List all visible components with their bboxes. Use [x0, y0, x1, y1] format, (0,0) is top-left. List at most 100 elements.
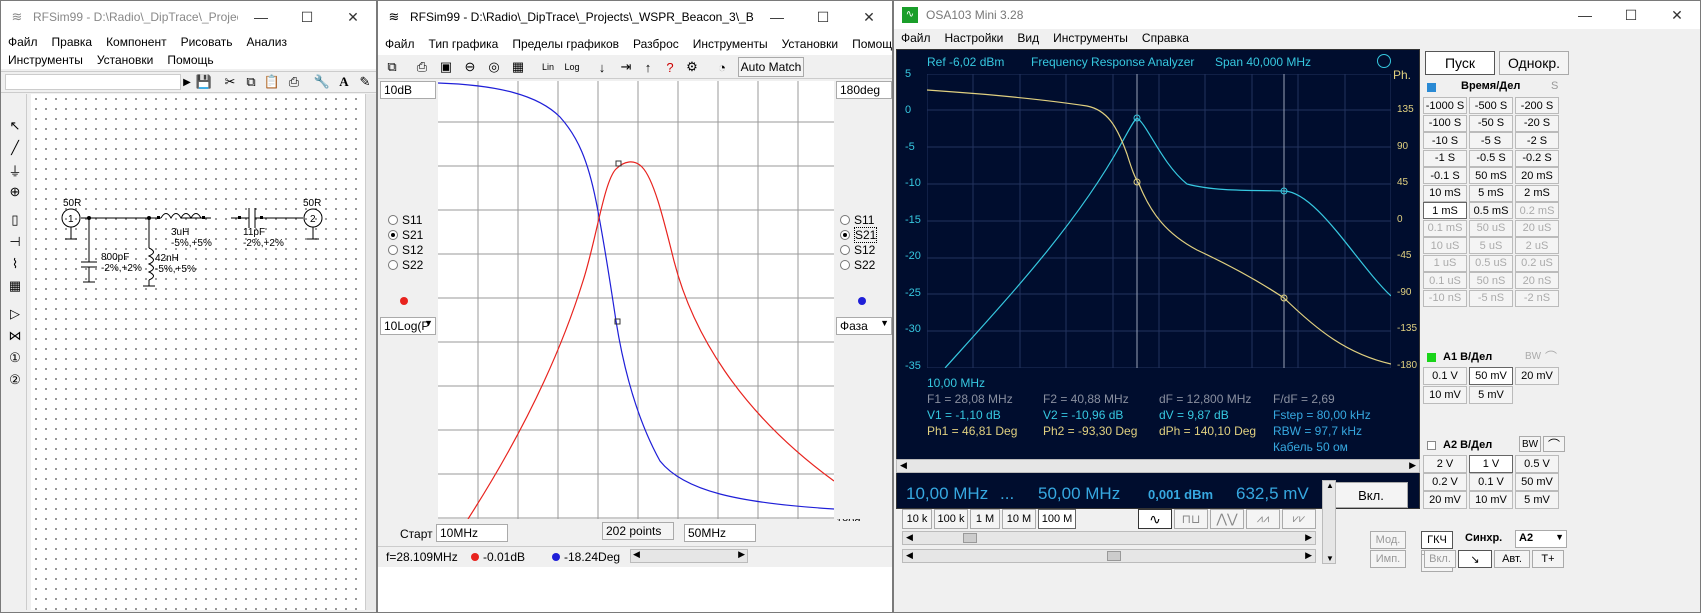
left-units-select[interactable]: 10Log(P ▼	[380, 317, 436, 335]
time-div-button[interactable]: -0.2 S	[1515, 149, 1559, 167]
time-div-button[interactable]: 2 uS	[1515, 237, 1559, 254]
time-div-button[interactable]: 0.2 mS	[1515, 202, 1559, 219]
time-div-button[interactable]: -10 S	[1423, 132, 1467, 149]
menu-help[interactable]: Помощь	[160, 51, 220, 69]
time-div-button[interactable]: 0.5 mS	[1469, 202, 1513, 219]
port1-tool-icon[interactable]: ①	[5, 348, 25, 368]
time-div-checkbox[interactable]	[1427, 83, 1436, 92]
a2-20mv-button[interactable]: 20 mV	[1423, 491, 1467, 509]
span-10k-button[interactable]: 10 k	[902, 509, 932, 529]
pulse-button[interactable]: Имп.	[1370, 550, 1406, 568]
amplifier-tool-icon[interactable]: ▷	[5, 304, 25, 324]
time-div-button[interactable]: -500 S	[1469, 97, 1513, 114]
match-icon[interactable]: ◔	[712, 57, 732, 77]
radio-right-s22[interactable]: S22	[840, 257, 877, 272]
radio-right-s21[interactable]: S21	[840, 226, 878, 243]
menu-draw[interactable]: Рисовать	[174, 33, 240, 51]
minimize-button[interactable]: —	[238, 1, 284, 33]
linear-scale-icon[interactable]: Lin	[538, 57, 558, 77]
menu-tools[interactable]: Инструменты	[1, 51, 90, 69]
time-div-button[interactable]: -1 S	[1423, 149, 1467, 167]
wire-tool-icon[interactable]: ╱	[5, 138, 25, 158]
a2-0.2v-button[interactable]: 0.2 V	[1423, 473, 1467, 491]
text-icon[interactable]: A	[334, 72, 354, 92]
span-100k-button[interactable]: 100 k	[934, 509, 968, 529]
rect-plot-icon[interactable]: ▣	[436, 57, 456, 77]
radio-left-s11[interactable]: S11	[388, 212, 423, 227]
fra-plot[interactable]	[927, 74, 1391, 368]
arrow-down-icon[interactable]: ↓	[592, 57, 612, 77]
time-div-button[interactable]: 20 nS	[1515, 272, 1559, 289]
maximize-button[interactable]: ☐	[284, 1, 330, 33]
capacitor-tool-icon[interactable]: ⊣	[5, 232, 25, 252]
clock-icon[interactable]	[1377, 54, 1391, 68]
polar-chart-icon[interactable]: ◎	[484, 57, 504, 77]
ground-tool-icon[interactable]: ⏚	[5, 160, 25, 180]
radio-left-s22[interactable]: S22	[388, 257, 423, 272]
a2-5mv-button[interactable]: 5 mV	[1515, 491, 1559, 509]
time-div-button[interactable]: -0.5 S	[1469, 149, 1513, 167]
time-div-button[interactable]: -2 nS	[1515, 289, 1559, 307]
start-button[interactable]: Пуск	[1425, 51, 1495, 75]
start-freq-field[interactable]: 10MHz	[436, 524, 508, 542]
sync-enable-bottom-button[interactable]: Вкл.	[1424, 550, 1456, 568]
single-shot-button[interactable]: Однокр.	[1499, 51, 1569, 75]
inductor-tool-icon[interactable]: ⌇	[5, 254, 25, 274]
close-button[interactable]: ✕	[1654, 1, 1700, 29]
time-div-button[interactable]: -1000 S	[1423, 97, 1467, 114]
tune-icon[interactable]: ⚙	[682, 57, 702, 77]
marker-icon[interactable]: ⇥	[616, 57, 636, 77]
time-div-button[interactable]: -5 S	[1469, 132, 1513, 149]
pointer-tool-icon[interactable]: ↖	[5, 116, 25, 136]
smith-chart-icon[interactable]: ⊖	[460, 57, 480, 77]
wrench-icon[interactable]: 🔧	[312, 72, 332, 92]
menu-tools[interactable]: Инструменты	[686, 37, 775, 51]
time-div-button[interactable]: 1 uS	[1423, 254, 1467, 272]
freq-slider-2[interactable]: ◀ ▶	[902, 549, 1316, 563]
time-div-button[interactable]: 0.1 uS	[1423, 272, 1467, 289]
a2-2v-button[interactable]: 2 V	[1423, 455, 1467, 473]
sync-source-select[interactable]: A2 ▼	[1515, 530, 1567, 548]
slider-thumb[interactable]	[963, 533, 977, 543]
minimize-button[interactable]: —	[1562, 1, 1608, 29]
a1-0.1v-button[interactable]: 0.1 V	[1423, 367, 1467, 385]
time-div-button[interactable]: 5 uS	[1469, 237, 1513, 254]
arrow-up-icon[interactable]: ↑	[638, 57, 658, 77]
menu-graph-type[interactable]: Тип графика	[422, 37, 506, 51]
right-units-select[interactable]: Фаза ▼	[836, 317, 892, 335]
sparam-plot[interactable]	[438, 81, 834, 519]
menu-component[interactable]: Компонент	[99, 33, 174, 51]
span-100m-button[interactable]: 100 M	[1038, 509, 1076, 529]
display-scrollbar[interactable]: ◀ ▶	[896, 459, 1420, 473]
time-div-button[interactable]: -50 S	[1469, 114, 1513, 132]
maximize-button[interactable]: ☐	[800, 1, 846, 33]
time-div-button[interactable]: -5 nS	[1469, 289, 1513, 307]
radio-right-s12[interactable]: S12	[840, 242, 877, 257]
menu-settings[interactable]: Установки	[90, 51, 160, 69]
radio-left-s21[interactable]: S21	[388, 227, 423, 242]
copy-icon[interactable]: ⧉	[241, 72, 261, 92]
freq-slider-1[interactable]: ◀ ▶	[902, 531, 1316, 545]
menu-file[interactable]: Файл	[894, 31, 938, 45]
sine-wave-icon[interactable]: ∿	[1138, 509, 1172, 529]
a1-50mv-button[interactable]: 50 mV	[1469, 367, 1513, 385]
time-div-button[interactable]: 10 mS	[1423, 184, 1467, 202]
a2-0.5v-button[interactable]: 0.5 V	[1515, 455, 1559, 473]
menu-settings[interactable]: Настройки	[938, 31, 1011, 45]
menu-help[interactable]: Справка	[1135, 31, 1196, 45]
port2-tool-icon[interactable]: ②	[5, 370, 25, 390]
radio-right-s11[interactable]: S11	[840, 212, 877, 227]
menu-edit[interactable]: Правка	[45, 33, 100, 51]
save-icon[interactable]: 💾	[194, 72, 214, 92]
port-tool-icon[interactable]: ⊕	[5, 182, 25, 202]
a2-filter-icon[interactable]: ⌒	[1543, 436, 1565, 452]
menu-help[interactable]: Помощь	[845, 37, 892, 51]
time-div-button[interactable]: 20 uS	[1515, 219, 1559, 237]
menu-tools[interactable]: Инструменты	[1046, 31, 1135, 45]
a2-10mv-button[interactable]: 10 mV	[1469, 491, 1513, 509]
time-div-button[interactable]: 50 uS	[1469, 219, 1513, 237]
a2-bw-button[interactable]: BW	[1519, 436, 1541, 452]
paste-icon[interactable]: 📋	[262, 72, 282, 92]
tline-tool-icon[interactable]: ▦	[5, 276, 25, 296]
menu-analysis[interactable]: Анализ	[240, 33, 295, 51]
